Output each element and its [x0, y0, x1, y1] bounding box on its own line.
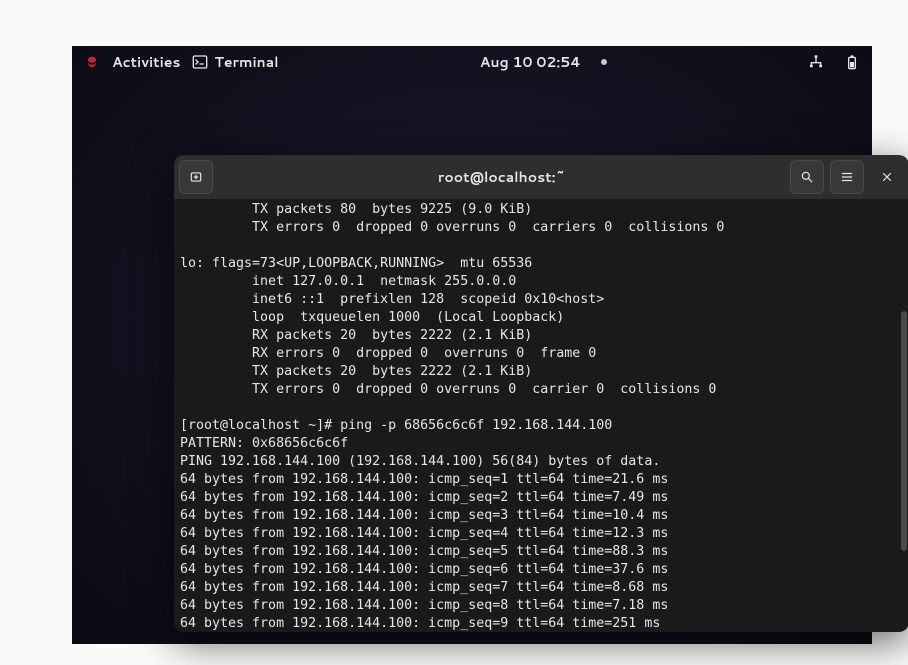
- terminal-line: [180, 237, 899, 255]
- terminal-line: PATTERN: 0x68656c6c6f: [180, 435, 899, 453]
- terminal-line: 64 bytes from 192.168.144.100: icmp_seq=…: [180, 471, 899, 489]
- headerbar: root@localhost:~: [174, 155, 908, 199]
- terminal-window: root@localhost:~ TX packets 80 bytes 922…: [174, 155, 908, 632]
- new-tab-button[interactable]: [179, 160, 213, 194]
- close-button[interactable]: [870, 160, 904, 194]
- window-title: root@localhost:~: [219, 167, 784, 187]
- terminal-line: loop txqueuelen 1000 (Local Loopback): [180, 309, 899, 327]
- terminal-line: inet6 ::1 prefixlen 128 scopeid 0x10<hos…: [180, 291, 899, 309]
- terminal-line: TX errors 0 dropped 0 overruns 0 carrier…: [180, 381, 899, 399]
- menu-button[interactable]: [830, 160, 864, 194]
- notification-dot-icon: [601, 59, 607, 65]
- terminal-line: inet 127.0.0.1 netmask 255.0.0.0: [180, 273, 899, 291]
- desktop: Activities Terminal Aug 10 02:54: [72, 46, 872, 644]
- terminal-line: 64 bytes from 192.168.144.100: icmp_seq=…: [180, 543, 899, 561]
- clock-text: Aug 10 02:54: [480, 52, 581, 72]
- search-button[interactable]: [790, 160, 824, 194]
- terminal-line: 64 bytes from 192.168.144.100: icmp_seq=…: [180, 597, 899, 615]
- terminal-line: TX errors 0 dropped 0 overruns 0 carrier…: [180, 219, 899, 237]
- terminal-line: PING 192.168.144.100 (192.168.144.100) 5…: [180, 453, 899, 471]
- terminal-line: 64 bytes from 192.168.144.100: icmp_seq=…: [180, 525, 899, 543]
- terminal-line: TX packets 20 bytes 2222 (2.1 KiB): [180, 363, 899, 381]
- battery-icon[interactable]: [844, 54, 860, 70]
- scrollbar-thumb[interactable]: [901, 311, 907, 551]
- terminal-line: lo: flags=73<UP,LOOPBACK,RUNNING> mtu 65…: [180, 255, 899, 273]
- terminal-line: 64 bytes from 192.168.144.100: icmp_seq=…: [180, 561, 899, 579]
- topbar: Activities Terminal Aug 10 02:54: [72, 46, 872, 78]
- terminal-line: 64 bytes from 192.168.144.100: icmp_seq=…: [180, 489, 899, 507]
- terminal-line: 64 bytes from 192.168.144.100: icmp_seq=…: [180, 615, 899, 632]
- active-app-indicator[interactable]: Terminal: [192, 52, 278, 72]
- terminal-line: [180, 399, 899, 417]
- terminal-icon: [192, 54, 208, 70]
- terminal-line: RX packets 20 bytes 2222 (2.1 KiB): [180, 327, 899, 345]
- activities-button[interactable]: Activities: [112, 52, 180, 72]
- distro-logo-icon: [84, 54, 100, 70]
- scrollbar[interactable]: [899, 199, 908, 632]
- terminal-line: 64 bytes from 192.168.144.100: icmp_seq=…: [180, 507, 899, 525]
- active-app-label: Terminal: [214, 52, 278, 72]
- terminal-line: [root@localhost ~]# ping -p 68656c6c6f 1…: [180, 417, 899, 435]
- clock[interactable]: Aug 10 02:54: [480, 52, 607, 72]
- terminal-line: TX packets 80 bytes 9225 (9.0 KiB): [180, 201, 899, 219]
- network-icon[interactable]: [808, 54, 824, 70]
- terminal-pane[interactable]: TX packets 80 bytes 9225 (9.0 KiB) TX er…: [174, 199, 908, 632]
- terminal-line: 64 bytes from 192.168.144.100: icmp_seq=…: [180, 579, 899, 597]
- terminal-line: RX errors 0 dropped 0 overruns 0 frame 0: [180, 345, 899, 363]
